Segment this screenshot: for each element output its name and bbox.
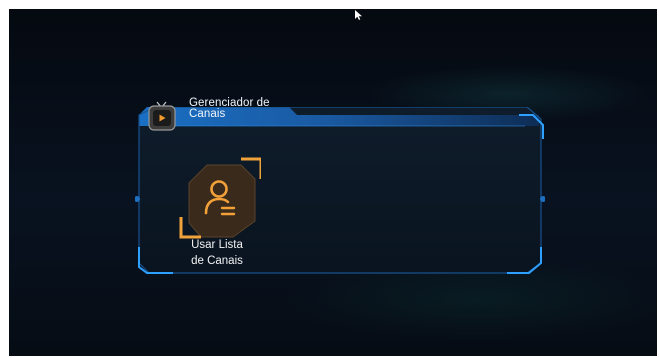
- channel-manager-panel: Gerenciador de Canais Usar Lista de Cana…: [135, 97, 545, 275]
- user-list-icon: [179, 157, 261, 239]
- use-channel-list-button[interactable]: [179, 157, 261, 239]
- use-channel-list-label: Usar Lista de Canais: [179, 237, 255, 269]
- mouse-cursor-icon: [355, 10, 362, 20]
- tile-label-line2: de Canais: [191, 255, 243, 267]
- window-title-line2: Canais: [189, 108, 226, 120]
- tv-play-icon: [145, 100, 179, 134]
- tile-label-line1: Usar Lista: [191, 239, 243, 251]
- window-title: Gerenciador de Canais: [189, 97, 339, 120]
- tv-screen: Gerenciador de Canais Usar Lista de Cana…: [9, 9, 657, 356]
